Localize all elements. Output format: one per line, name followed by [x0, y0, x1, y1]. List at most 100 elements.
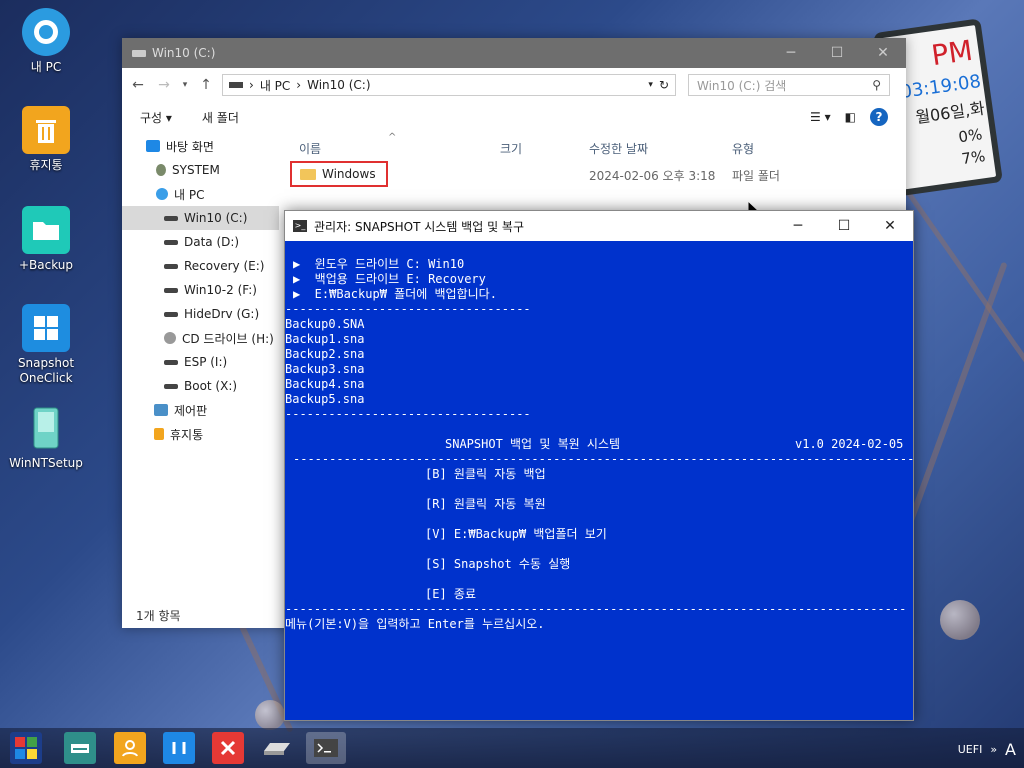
control-panel-icon — [154, 404, 168, 416]
windows-logo-icon — [15, 737, 37, 759]
nav-item-label: 내 PC — [174, 187, 205, 202]
sort-up-icon: ^ — [388, 132, 397, 143]
console-file-line: Backup1.sna — [285, 332, 365, 346]
column-name[interactable]: 이름 — [299, 140, 321, 157]
taskbar-explorer-button[interactable] — [64, 732, 96, 764]
file-name-highlight[interactable]: Windows — [290, 161, 388, 187]
hard-drive-icon — [264, 743, 290, 755]
console-line: ▶ E:₩Backup₩ 폴더에 백업합니다. — [293, 287, 497, 301]
nav-item-drive-d[interactable]: Data (D:) — [122, 230, 279, 254]
nav-item-my-pc[interactable]: 내 PC — [122, 182, 279, 206]
address-bar[interactable]: › 내 PC › Win10 (C:) ▾ ↻ — [222, 74, 676, 96]
console-separator: ---------------------------------- — [285, 407, 531, 421]
breadcrumb-my-pc[interactable]: 내 PC — [260, 77, 290, 94]
desktop-icon-my-pc[interactable]: 내 PC — [8, 8, 84, 75]
minimize-button[interactable]: ─ — [768, 38, 814, 68]
uefi-label: UEFI — [957, 743, 983, 756]
maximize-button[interactable]: ☐ — [814, 38, 860, 68]
taskbar-console-button[interactable] — [306, 732, 346, 764]
desktop-icon-label: WinNTSetup — [9, 456, 83, 470]
console-menu-item: [E] 종료 — [425, 587, 476, 601]
command-bar: 구성 ▾ 새 폴더 ☰ ▾ ◧ ? — [122, 102, 906, 132]
column-type[interactable]: 유형 — [732, 140, 754, 157]
console-title-bar[interactable]: >_ 관리자: SNAPSHOT 시스템 백업 및 복구 ─ ☐ ✕ — [285, 211, 913, 241]
nav-item-drive-g[interactable]: HideDrv (G:) — [122, 302, 279, 326]
nav-item-control-panel[interactable]: 제어판 — [122, 398, 279, 422]
help-icon[interactable]: ? — [870, 108, 888, 126]
desktop-icon-label: Snapshot OneClick — [17, 356, 75, 385]
file-type: 파일 폴더 — [732, 169, 780, 183]
view-options-icon[interactable]: ☰ ▾ — [810, 110, 831, 124]
maximize-button[interactable]: ☐ — [821, 211, 867, 241]
start-button[interactable] — [10, 732, 42, 764]
nav-item-label: Recovery (E:) — [184, 259, 265, 273]
taskbar-drive-button[interactable] — [260, 732, 294, 764]
nav-item-drive-i[interactable]: ESP (I:) — [122, 350, 279, 374]
desktop-icon-snapshot-oneclick[interactable]: Snapshot OneClick — [8, 304, 84, 386]
desktop-icon-recycle-bin[interactable]: 휴지통 — [8, 106, 84, 173]
console-file-line: Backup0.SNA — [285, 317, 365, 331]
console-line: ▶ 윈도우 드라이브 C: Win10 — [293, 257, 465, 271]
nav-item-label: CD 드라이브 (H:) — [182, 331, 274, 346]
desktop-icon-label: 휴지통 — [29, 158, 63, 172]
close-button[interactable]: ✕ — [860, 38, 906, 68]
chevron-down-icon[interactable]: ▾ — [648, 80, 653, 90]
console-separator: ---------------------------------- — [285, 302, 531, 316]
desktop-icon-backup[interactable]: +Backup — [8, 206, 84, 273]
folder-icon — [22, 206, 70, 254]
preview-pane-icon[interactable]: ◧ — [845, 110, 856, 124]
my-pc-icon — [22, 8, 70, 56]
forward-arrow-icon[interactable]: → — [154, 77, 174, 93]
close-button[interactable]: ✕ — [867, 211, 913, 241]
nav-item-recycle-bin[interactable]: 휴지통 — [122, 422, 279, 446]
column-modified[interactable]: 수정한 날짜 — [589, 140, 648, 157]
cd-drive-icon — [164, 332, 176, 344]
ime-indicator[interactable]: A — [1005, 740, 1016, 759]
user-icon — [122, 740, 138, 757]
system-tray: UEFI » A — [958, 740, 1016, 759]
refresh-icon[interactable]: ↻ — [659, 78, 669, 92]
organize-button[interactable]: 구성 ▾ — [140, 109, 172, 126]
bg-bubble — [255, 700, 285, 730]
nav-item-drive-x[interactable]: Boot (X:) — [122, 374, 279, 398]
recent-dropdown-icon[interactable]: ▾ — [180, 80, 190, 90]
nav-item-drive-e[interactable]: Recovery (E:) — [122, 254, 279, 278]
new-folder-button[interactable]: 새 폴더 — [202, 109, 239, 126]
drive-icon — [132, 49, 146, 57]
console-window[interactable]: >_ 관리자: SNAPSHOT 시스템 백업 및 복구 ─ ☐ ✕ ▶ 윈도우… — [284, 210, 914, 721]
bg-bubble — [940, 600, 980, 640]
column-headers: ^ 이름 크기 수정한 날짜 유형 — [282, 132, 906, 160]
minimize-button[interactable]: ─ — [775, 211, 821, 241]
console-body[interactable]: ▶ 윈도우 드라이브 C: Win10 ▶ 백업용 드라이브 E: Recove… — [285, 241, 914, 721]
nav-item-drive-h[interactable]: CD 드라이브 (H:) — [122, 326, 279, 350]
sync-icon — [172, 742, 186, 754]
desktop-icon-label: 내 PC — [30, 60, 62, 74]
up-arrow-icon[interactable]: ↑ — [196, 77, 216, 93]
status-bar-count: 1개 항목 — [136, 609, 181, 623]
terminal-icon: >_ — [293, 220, 307, 232]
nav-item-label: Boot (X:) — [184, 379, 238, 393]
back-arrow-icon[interactable]: ← — [128, 77, 148, 93]
nav-item-drive-c[interactable]: Win10 (C:) — [122, 206, 279, 230]
console-menu-item: [V] E:₩Backup₩ 백업폴더 보기 — [425, 527, 607, 541]
nav-item-drive-f[interactable]: Win10-2 (F:) — [122, 278, 279, 302]
taskbar-sync-button[interactable] — [163, 732, 195, 764]
clock-stat-1: 0% — [957, 125, 984, 147]
column-size[interactable]: 크기 — [500, 140, 522, 157]
breadcrumb-drive[interactable]: Win10 (C:) — [307, 78, 370, 92]
taskbar-x-button[interactable] — [212, 732, 244, 764]
nav-item-label: Win10 (C:) — [184, 211, 248, 225]
explorer-title-bar[interactable]: Win10 (C:) ─ ☐ ✕ — [122, 38, 906, 68]
file-row[interactable]: Windows 2024-02-06 오후 3:18 파일 폴더 — [282, 160, 906, 188]
nav-item-desktop[interactable]: 바탕 화면 — [122, 134, 279, 158]
search-placeholder: Win10 (C:) 검색 — [697, 78, 787, 93]
nav-item-label: HideDrv (G:) — [184, 307, 260, 321]
clock-ampm: PM — [929, 33, 975, 73]
drive-icon — [164, 215, 178, 221]
tray-expand-icon[interactable]: » — [990, 743, 997, 756]
taskbar-user-button[interactable] — [114, 732, 146, 764]
search-input[interactable]: Win10 (C:) 검색 ⚲ — [688, 74, 890, 96]
nav-item-system[interactable]: SYSTEM — [122, 158, 279, 182]
nav-item-label: Data (D:) — [184, 235, 240, 249]
desktop-icon-winntsetup[interactable]: WinNTSetup — [8, 404, 84, 471]
